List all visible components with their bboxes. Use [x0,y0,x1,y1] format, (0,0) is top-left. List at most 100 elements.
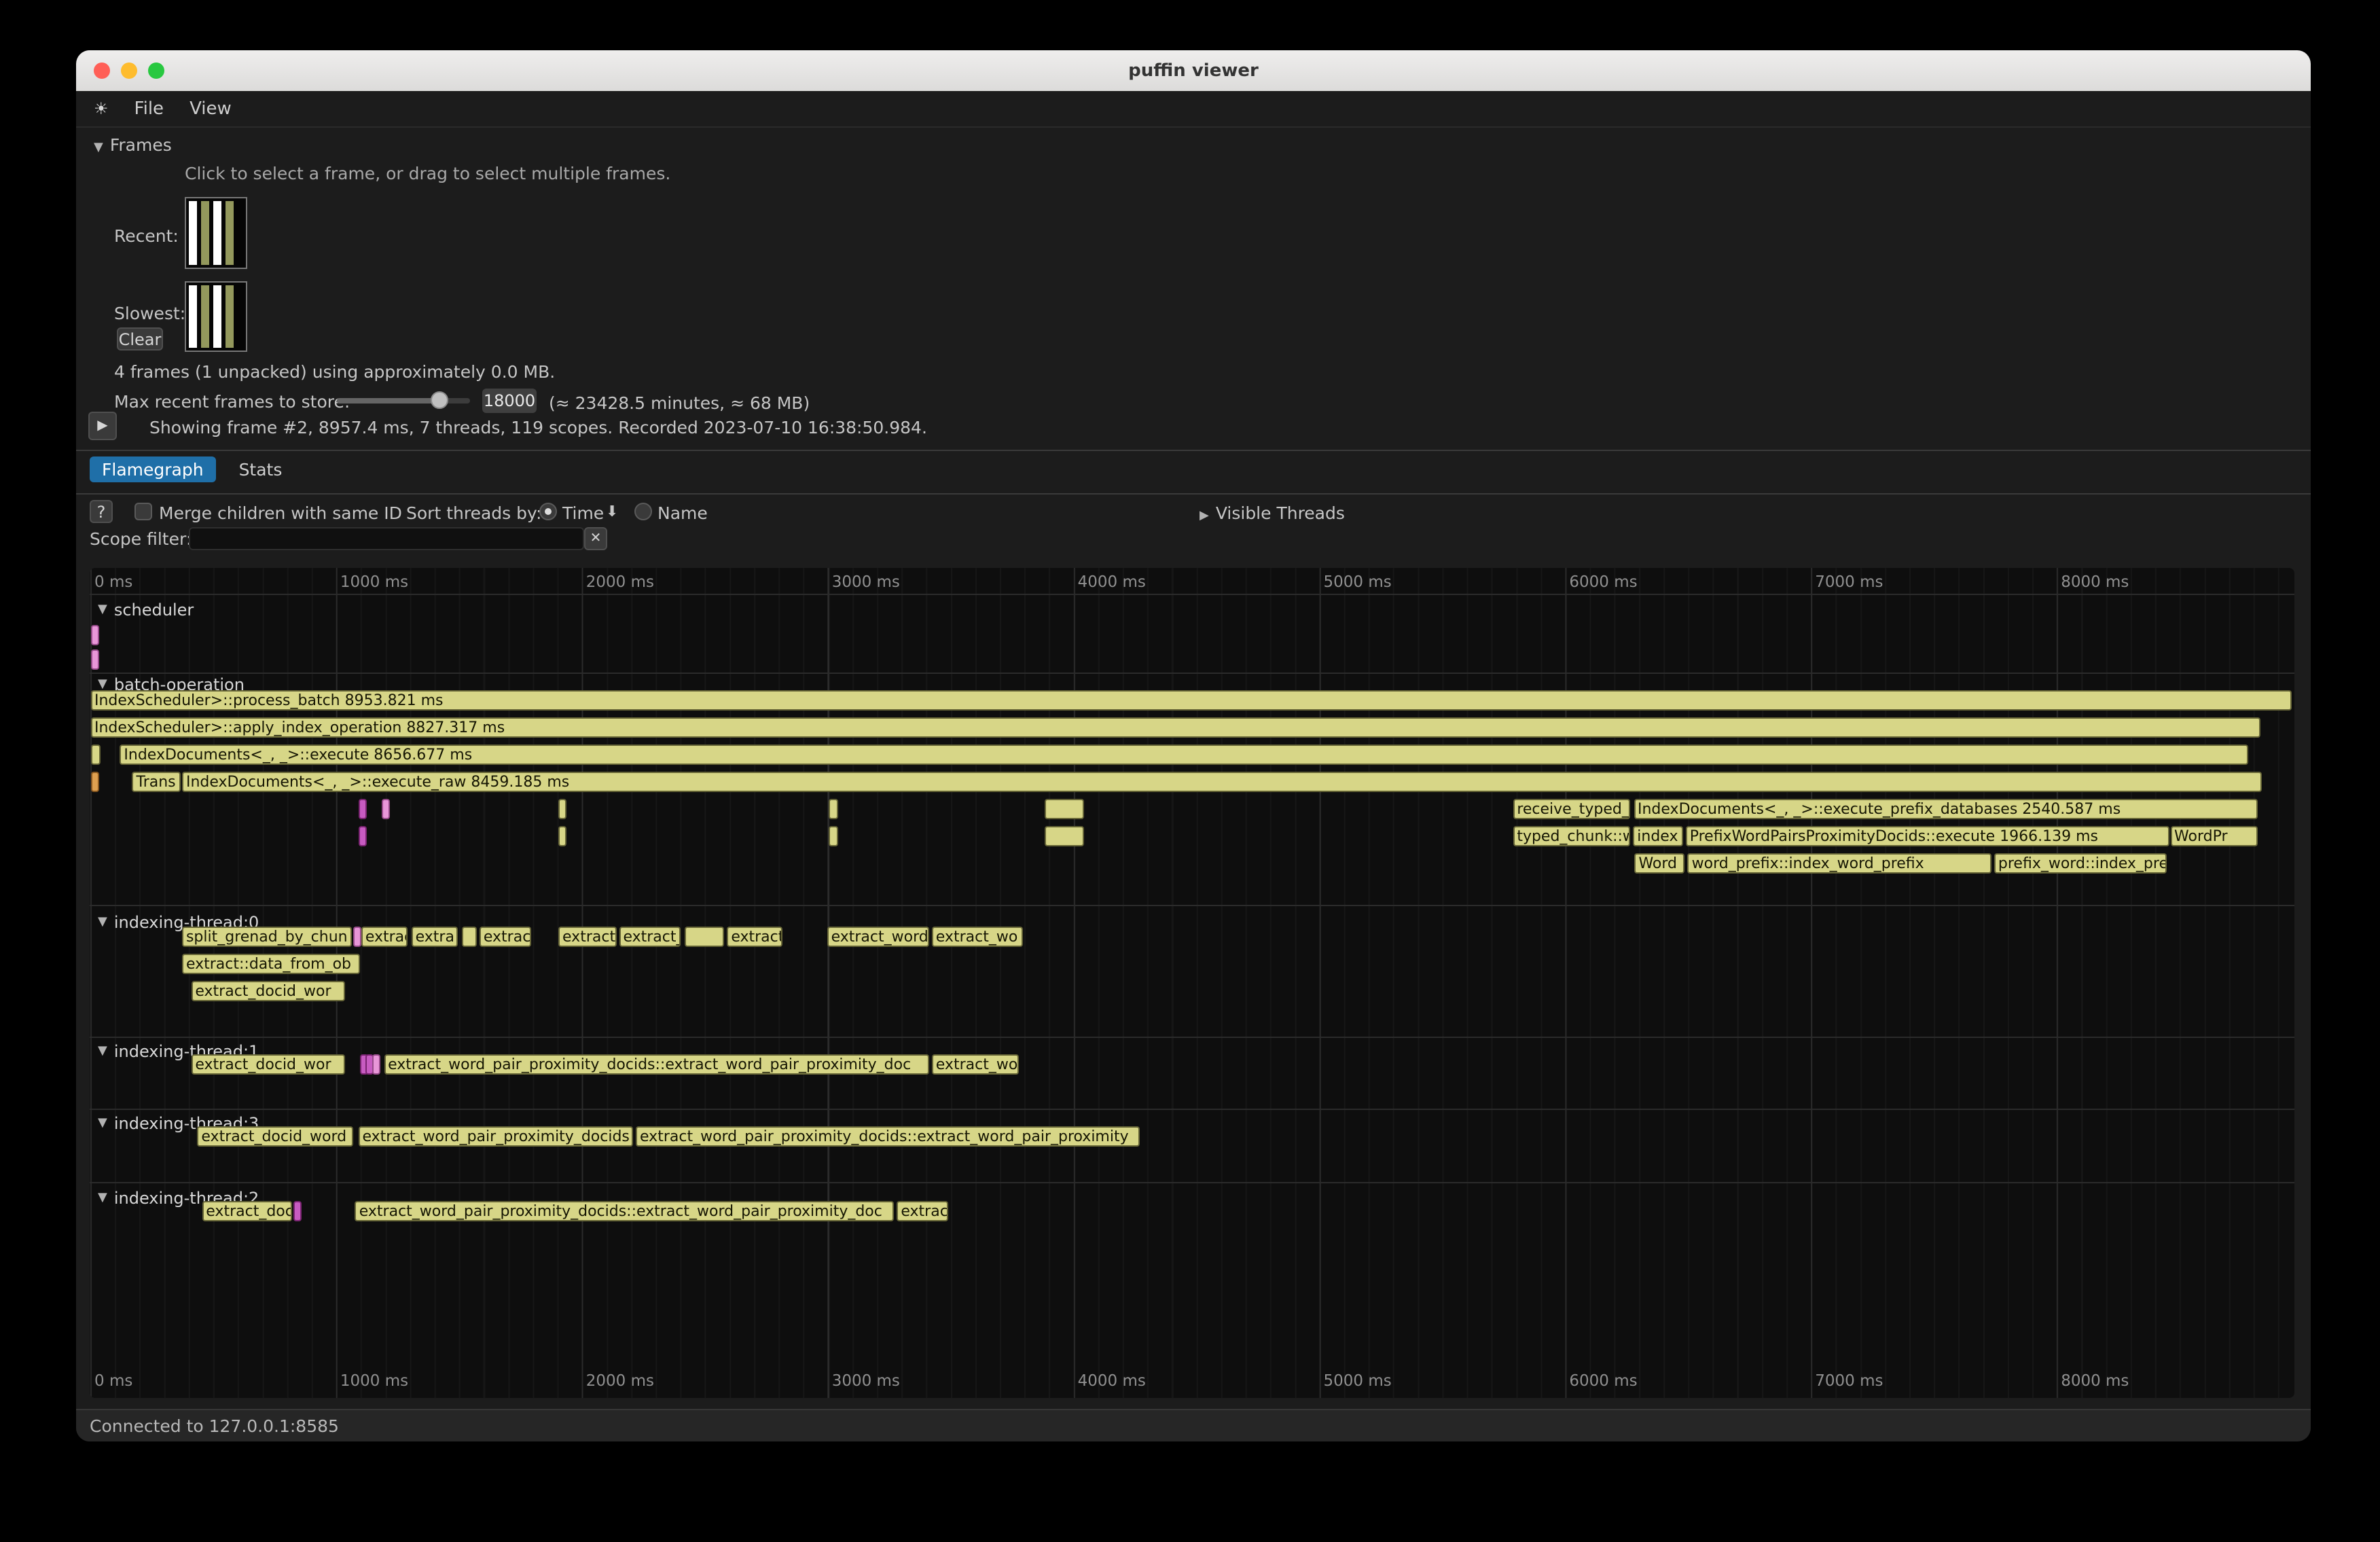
tab-stats[interactable]: Stats [227,456,295,482]
scope-bar[interactable]: split_grenad_by_chun [182,927,352,947]
clear-frames-button[interactable]: Clear [117,327,163,351]
scope-bar[interactable]: WordPr [2170,826,2258,846]
scope-bar[interactable]: extract_word_pair_proximity_docids::extr… [355,1201,894,1221]
sort-time-radio[interactable] [539,503,557,520]
thread-name: scheduler [114,600,194,620]
slowest-frames-thumb[interactable] [185,281,247,352]
scope-filter-input[interactable] [189,527,584,550]
frame-bar[interactable] [226,285,234,348]
frame-bar[interactable] [226,201,234,265]
scope-bar[interactable] [354,927,362,947]
time-tick-bottom: 0 ms [94,1371,132,1390]
frames-hint: Click to select a frame, or drag to sele… [185,163,670,183]
scope-bar[interactable]: IndexDocuments<_, _>::execute_prefix_dat… [1634,799,2258,819]
scope-bar[interactable] [90,649,98,670]
scope-bar[interactable]: IndexDocuments<_, _>::execute 8656.677 m… [120,745,2248,765]
scope-bar[interactable] [90,625,98,645]
help-button[interactable]: ? [90,500,113,523]
collapse-down-icon: ▼ [98,1045,107,1058]
scope-bar[interactable]: extract_ [619,927,681,947]
sort-name-label[interactable]: Name [657,503,708,523]
scope-bar[interactable]: extract_docid_word [197,1126,353,1147]
merge-children-label[interactable]: Merge children with same ID [159,503,402,523]
scope-bar[interactable]: extract_wo [932,927,1023,947]
scope-bar[interactable] [558,799,566,819]
max-frames-slider-knob[interactable] [431,391,448,409]
play-pause-button[interactable]: ▶ [88,412,117,440]
scope-bar[interactable]: extract [727,927,783,947]
scope-bar[interactable] [1044,799,1083,819]
scope-bar[interactable]: IndexScheduler>::process_batch 8953.821 … [90,690,2291,711]
scope-bar[interactable]: extract_word_pair_proximity_docids::extr… [636,1126,1140,1147]
scope-bar[interactable] [685,927,724,947]
close-window-button[interactable] [94,62,110,79]
scope-bar[interactable]: extract_doc [202,1201,291,1221]
scope-bar[interactable] [461,927,476,947]
scope-bar[interactable]: extrac [897,1201,948,1221]
scope-bar[interactable]: extract_docid_wor [191,981,344,1001]
scope-bar[interactable]: receive_typed_ [1513,799,1629,819]
frame-bar[interactable] [201,285,209,348]
titlebar[interactable]: puffin viewer [76,50,2311,91]
scope-bar[interactable]: PrefixWordPairsProximityDocids::execute … [1686,826,2169,846]
clear-filter-button[interactable]: ✕ [584,527,607,550]
max-frames-slider-fill [337,398,440,404]
scope-bar[interactable]: word_prefix::index_word_prefix [1688,853,1991,874]
scope-bar[interactable] [358,826,366,846]
scope-bar[interactable]: extract_ [558,927,616,947]
merge-children-checkbox[interactable] [134,503,152,520]
frame-bar[interactable] [189,285,197,348]
scope-bar[interactable] [90,745,100,765]
scope-bar[interactable] [558,826,566,846]
visible-threads-header[interactable]: ▶Visible Threads [1200,503,1345,523]
scope-bar[interactable] [382,799,391,819]
sort-direction-icon[interactable]: ⬇ [606,503,618,520]
menu-file[interactable]: File [134,98,164,119]
scope-bar[interactable] [829,826,837,846]
scope-bar[interactable]: extrac [480,927,531,947]
scope-bar[interactable]: extract_wo [932,1054,1018,1075]
scope-bar[interactable] [358,799,366,819]
recent-frames-thumb[interactable] [185,197,247,269]
frames-section-header[interactable]: ▼Frames [94,135,172,155]
scope-bar[interactable]: extract_word_pair_proximity_docids [358,1126,632,1147]
flamegraph-canvas[interactable]: 0 ms0 ms1000 ms1000 ms2000 ms2000 ms3000… [90,568,2294,1398]
theme-icon[interactable]: ☀ [94,99,109,118]
scope-bar[interactable]: prefix_word::index_prefix_wo [1994,853,2167,874]
scope-bar[interactable] [829,799,837,819]
scope-bar[interactable]: extract_word [827,927,928,947]
tab-flamegraph[interactable]: Flamegraph [90,456,216,482]
scope-bar[interactable]: extract_docid_wor [191,1054,344,1075]
scope-bar[interactable]: IndexDocuments<_, _>::execute_raw 8459.1… [182,772,2261,792]
frame-bar[interactable] [201,201,209,265]
frame-bar[interactable] [189,201,197,265]
scope-bar[interactable]: extract::data_from_ob [182,954,360,974]
frame-bar[interactable] [213,201,221,265]
time-tick-bottom: 1000 ms [340,1371,408,1390]
scope-bar[interactable]: extra [412,927,458,947]
scope-bar[interactable]: index [1633,826,1683,846]
scope-bar[interactable]: extract [361,927,408,947]
thread-header-scheduler[interactable]: ▼scheduler [98,600,194,620]
scope-bar[interactable]: extract_word_pair_proximity_docids::extr… [384,1054,928,1075]
frame-bar[interactable] [213,285,221,348]
collapse-right-icon: ▶ [1200,509,1209,523]
scope-bar[interactable] [372,1054,380,1075]
scope-bar[interactable]: Trans [132,772,181,792]
scope-bar[interactable]: Word [1634,853,1684,874]
sort-name-radio[interactable] [634,503,652,520]
collapse-down-icon: ▼ [94,141,103,155]
sort-time-label[interactable]: Time [562,503,604,523]
scope-bar[interactable]: typed_chunk::w [1513,826,1629,846]
time-tick-top: 3000 ms [832,572,900,591]
minimize-window-button[interactable] [121,62,137,79]
menu-view[interactable]: View [190,98,232,119]
max-frames-value[interactable]: 18000 [482,389,537,413]
scope-bar[interactable] [293,1201,301,1221]
scope-bar[interactable]: IndexScheduler>::apply_index_operation 8… [90,717,2260,738]
time-tick-top: 2000 ms [586,572,654,591]
scope-bar[interactable] [1044,826,1083,846]
zoom-window-button[interactable] [148,62,164,79]
scope-bar[interactable] [90,772,98,792]
window-title: puffin viewer [1128,60,1259,81]
